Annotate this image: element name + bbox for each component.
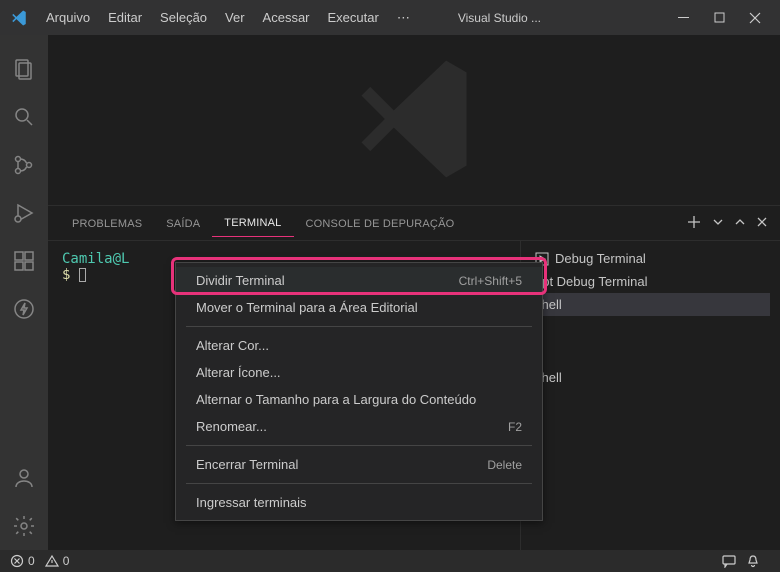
tab-console-depuracao[interactable]: CONSOLE DE DEPURAÇÃO xyxy=(294,210,467,237)
vscode-watermark-icon xyxy=(344,49,484,192)
terminal-dollar: $ xyxy=(62,267,70,283)
menu-selecao[interactable]: Seleção xyxy=(152,6,215,30)
app-title: Visual Studio ... xyxy=(458,11,541,25)
extensions-icon[interactable] xyxy=(0,237,48,285)
status-feedback-icon[interactable] xyxy=(722,554,736,568)
search-icon[interactable] xyxy=(0,93,48,141)
ctx-mover-terminal[interactable]: Mover o Terminal para a Área Editorial xyxy=(176,294,542,321)
terminal-list-item[interactable]: ript Debug Terminal xyxy=(531,270,770,293)
terminal-list-item[interactable]: shell xyxy=(531,293,770,316)
menu-acessar[interactable]: Acessar xyxy=(255,6,318,30)
menubar: Arquivo Editar Seleção Ver Acessar Execu… xyxy=(38,6,418,30)
activity-bar xyxy=(0,35,48,550)
panel-tabs: PROBLEMAS SAÍDA TERMINAL CONSOLE DE DEPU… xyxy=(48,206,780,241)
ctx-alterar-icone[interactable]: Alterar Ícone... xyxy=(176,359,542,386)
terminal-list-item[interactable]: Debug Terminal xyxy=(531,247,770,270)
terminal-item-label: Debug Terminal xyxy=(555,251,646,266)
titlebar: Arquivo Editar Seleção Ver Acessar Execu… xyxy=(0,0,780,35)
source-control-icon[interactable] xyxy=(0,141,48,189)
terminal-cursor xyxy=(79,268,86,282)
ctx-alterar-cor[interactable]: Alterar Cor... xyxy=(176,332,542,359)
status-bell-icon[interactable] xyxy=(746,554,760,568)
menu-editar[interactable]: Editar xyxy=(100,6,150,30)
chevron-down-icon[interactable] xyxy=(712,216,724,231)
tab-saida[interactable]: SAÍDA xyxy=(154,210,212,237)
tab-problemas[interactable]: PROBLEMAS xyxy=(60,210,154,237)
editor-area xyxy=(48,35,780,205)
terminal-prompt: Camila@L xyxy=(62,251,129,267)
terminal-list-item[interactable]: shell xyxy=(531,366,770,389)
statusbar: 0 0 xyxy=(0,550,780,572)
menu-overflow[interactable]: ⋯ xyxy=(389,6,418,30)
explorer-icon[interactable] xyxy=(0,45,48,93)
ctx-separator xyxy=(186,326,532,327)
new-terminal-icon[interactable] xyxy=(686,214,702,233)
run-debug-icon[interactable] xyxy=(0,189,48,237)
menu-arquivo[interactable]: Arquivo xyxy=(38,6,98,30)
tab-terminal[interactable]: TERMINAL xyxy=(212,209,293,237)
status-warnings[interactable]: 0 xyxy=(45,554,70,568)
close-icon[interactable] xyxy=(748,11,762,25)
menu-ver[interactable]: Ver xyxy=(217,6,253,30)
gear-icon[interactable] xyxy=(0,502,48,550)
maximize-icon[interactable] xyxy=(712,11,726,25)
ctx-ingressar-terminais[interactable]: Ingressar terminais xyxy=(176,489,542,516)
ctx-dividir-terminal[interactable]: Dividir Terminal Ctrl+Shift+5 xyxy=(176,267,542,294)
terminal-context-menu: Dividir Terminal Ctrl+Shift+5 Mover o Te… xyxy=(175,262,543,521)
ctx-separator xyxy=(186,445,532,446)
minimize-icon[interactable] xyxy=(676,11,690,25)
account-icon[interactable] xyxy=(0,454,48,502)
terminal-list: Debug Terminal ript Debug Terminal shell… xyxy=(520,241,780,550)
panel-close-icon[interactable] xyxy=(756,216,768,231)
window-controls xyxy=(676,11,772,25)
chevron-up-icon[interactable] xyxy=(734,216,746,231)
bolt-icon[interactable] xyxy=(0,285,48,333)
menu-executar[interactable]: Executar xyxy=(320,6,387,30)
ctx-separator xyxy=(186,483,532,484)
ctx-renomear[interactable]: Renomear... F2 xyxy=(176,413,542,440)
terminal-item-label: ript Debug Terminal xyxy=(535,274,647,289)
ctx-alternar-tamanho[interactable]: Alternar o Tamanho para a Largura do Con… xyxy=(176,386,542,413)
ctx-encerrar-terminal[interactable]: Encerrar Terminal Delete xyxy=(176,451,542,478)
status-errors[interactable]: 0 xyxy=(10,554,35,568)
vscode-logo-icon xyxy=(10,9,28,27)
